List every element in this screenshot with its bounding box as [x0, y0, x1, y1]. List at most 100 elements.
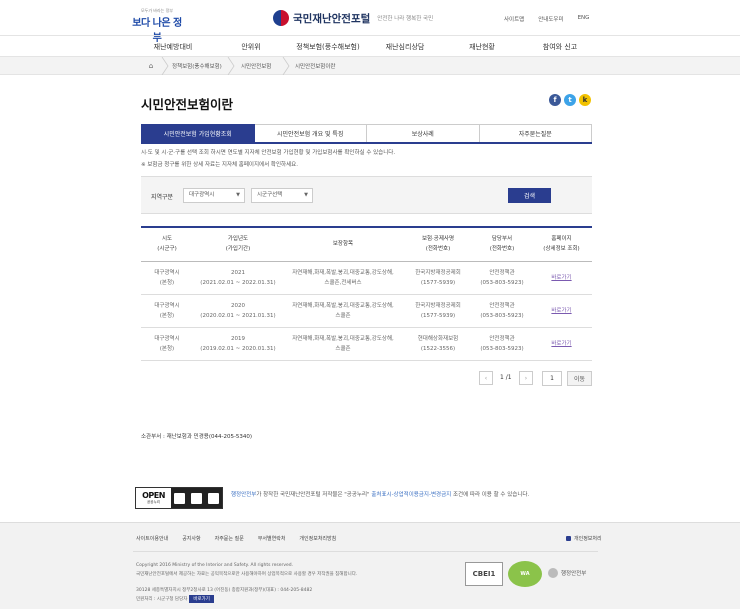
kakaostory-icon[interactable]: k	[579, 94, 591, 106]
cell-year: 2021 (2021.02.01 ~ 2022.01.31)	[193, 261, 283, 295]
footer-link-privacy-policy[interactable]: 개인정보처리방침	[299, 535, 336, 542]
homepage-link[interactable]: 바로가기	[551, 341, 571, 347]
nav-item-safety[interactable]: 안위위	[241, 42, 260, 52]
page-title: 시민안전보험이란	[141, 97, 234, 112]
go-page-button[interactable]: 이동	[567, 371, 592, 386]
license-owner: 행정안전부	[231, 492, 257, 498]
cell-coverage: 자연재해,화재,폭발,붕괴,대중교통,강도상해, 스쿨존	[283, 294, 403, 328]
home-icon[interactable]: ⌂	[143, 57, 159, 75]
column-header-sido: 시도 (시군구)	[141, 227, 193, 262]
license-text: 행정안전부가 창작한 국민재난안전포털 저작물은 "공공누리" 출처표시-상업적…	[231, 490, 529, 498]
footer-link-faq[interactable]: 자주묻는 질문	[215, 535, 244, 542]
page-number-input[interactable]: 1	[542, 371, 562, 386]
cbei-cert-badge: CBEI1	[465, 562, 503, 586]
gov-logo[interactable]: 모두가 바라는 정부 보다 나은 정부	[131, 8, 183, 44]
util-link-guide[interactable]: 안내도우미	[538, 15, 563, 23]
open-license-sub: 공공누리	[147, 500, 160, 504]
site-logo[interactable]: 국민재난안전포털 안전한 나라 행복한 국민	[273, 8, 433, 28]
sigungu-select-value: 시군구선택	[257, 192, 283, 198]
search-panel: 지역구분 대구광역시 ▼ 시군구선택 ▼ 검색	[141, 176, 592, 214]
wa-cert-badge: WA	[508, 561, 542, 587]
site-title: 국민재난안전포털	[293, 12, 371, 25]
cell-insurer: 한국지방재정공제회 (1577-5939)	[403, 294, 473, 328]
emblem-icon	[273, 10, 289, 26]
cell-dept: 안전정책관 (053-803-5923)	[473, 327, 531, 361]
column-header-year: 가입년도 (가입기간)	[193, 227, 283, 262]
breadcrumb: ⌂ 정책보험(풍수해보험) 시민안전보험 시민안전보험이란	[0, 57, 740, 75]
chevron-down-icon: ▼	[304, 192, 308, 198]
column-header-homepage: 홈페이지 (상세정보 조회)	[531, 227, 592, 262]
main-navigation: 재난예방대비 안위위 정책보험(풍수해보험) 재난심리상담 재난현황 참여와 신…	[0, 35, 740, 57]
tab-enrollment-status[interactable]: 시민안전보험 가입현황조회	[141, 124, 255, 142]
twitter-icon[interactable]: t	[564, 94, 576, 106]
page-info: 1 /1	[500, 374, 512, 381]
license-conditions: 출처표시-상업적이용금지-변경금지	[371, 492, 452, 498]
chevron-right-icon	[227, 57, 235, 75]
sigungu-select[interactable]: 시군구선택 ▼	[251, 188, 313, 203]
facebook-icon[interactable]: f	[549, 94, 561, 106]
cell-year: 2020 (2020.02.01 ~ 2021.01.31)	[193, 294, 283, 328]
util-link-sitemap[interactable]: 사이트맵	[504, 15, 524, 23]
cell-sido: 대구광역시 (본청)	[141, 261, 193, 295]
cell-dept: 안전정책관 (053-803-5923)	[473, 294, 531, 328]
chevron-down-icon: ▼	[236, 192, 240, 198]
footer-link-contacts[interactable]: 부서별연락처	[258, 535, 286, 542]
footer: 사이트이용안내 공지사항 자주묻는 질문 부서별연락처 개인정보처리방침 개인정…	[0, 522, 740, 609]
nav-item-status[interactable]: 재난현황	[469, 42, 495, 52]
tab-overview[interactable]: 시민안전보험 개요 및 특징	[254, 124, 367, 142]
license-text-pre: 가 창작한 국민재난안전포털 저작물은 "공공누리"	[256, 492, 370, 498]
notice-text-claim: ※ 보험금 청구를 위한 상세 자료는 지자체 홈페이지에서 확인하세요.	[141, 162, 298, 168]
region-label: 지역구분	[151, 194, 174, 201]
result-table: 시도 (시군구) 가입년도 (가입기간) 보장항목 보험·공제사명 (전화번호) 담당…	[141, 226, 592, 361]
nav-item-counseling[interactable]: 재난심리상담	[386, 42, 425, 52]
sido-select-value: 대구광역시	[189, 192, 215, 198]
accessibility-button[interactable]: 바로가기	[189, 595, 214, 603]
copyright-text: Copyright 2016 Ministry of the Interior …	[136, 563, 294, 568]
privacy-link[interactable]: 개인정보처리	[566, 535, 602, 542]
share-icons: f t k	[549, 94, 591, 106]
breadcrumb-item-citizen-insurance[interactable]: 시민안전보험	[241, 62, 271, 70]
ministry-emblem-icon	[548, 568, 558, 578]
cell-sido: 대구광역시 (본청)	[141, 327, 193, 361]
copyright-notice: 국민재난안전포털에서 제공하는 자료는 공익목적으로만 사용해야하며 상업목적으…	[136, 572, 358, 577]
cell-homepage: 바로가기	[531, 294, 592, 328]
attribution-icon	[174, 492, 185, 504]
cell-homepage: 바로가기	[531, 327, 592, 361]
address-text: 30128 세종특별자치시 정부2청사로 13 (어진동) 종합지원과(정부)(…	[136, 588, 313, 593]
notice-text: 시·도 및 시·군·구를 선택 조회 하시면 연도별 지자체 안전보험 가입현황…	[141, 150, 396, 156]
util-link-eng[interactable]: ENG	[578, 15, 590, 23]
accessibility-line: 민원처리 : 시군구청 담당자 바로가기	[136, 595, 214, 603]
utility-links: 사이트맵 안내도우미 ENG	[504, 15, 589, 23]
footer-link-notice[interactable]: 공지사항	[182, 535, 200, 542]
nav-item-report[interactable]: 참여와 신고	[543, 42, 577, 52]
homepage-link[interactable]: 바로가기	[551, 275, 571, 281]
site-slogan: 안전한 나라 행복한 국민	[377, 16, 434, 22]
ministry-logo[interactable]: 행정안전부	[548, 568, 586, 578]
cell-insurer: 한국지방재정공제회 (1577-5939)	[403, 261, 473, 295]
cell-dept: 안전정책관 (053-803-5923)	[473, 261, 531, 295]
prev-page-button[interactable]: ‹	[479, 371, 493, 385]
breadcrumb-item-policy[interactable]: 정책보험(풍수해보험)	[172, 62, 222, 70]
nav-item-policy-insurance[interactable]: 정책보험(풍수해보험)	[296, 42, 359, 52]
tab-bar: 시민안전보험 가입현황조회 시민안전보험 개요 및 특징 보상사례 자주묻는질문	[141, 124, 592, 144]
table-row: 대구광역시 (본청) 2019 (2019.02.01 ~ 2020.01.31) …	[141, 327, 592, 361]
cell-year: 2019 (2019.02.01 ~ 2020.01.31)	[193, 327, 283, 361]
cell-sido: 대구광역시 (본청)	[141, 294, 193, 328]
homepage-link[interactable]: 바로가기	[551, 308, 571, 314]
chevron-right-icon	[282, 57, 290, 75]
cell-insurer: 현대해상화재보험 (1522-3556)	[403, 327, 473, 361]
tab-compensation-cases[interactable]: 보상사례	[367, 124, 480, 142]
column-header-coverage: 보장항목	[283, 227, 403, 262]
column-header-insurer: 보험·공제사명 (전화번호)	[403, 227, 473, 262]
footer-link-site-guide[interactable]: 사이트이용안내	[136, 535, 168, 542]
sido-select[interactable]: 대구광역시 ▼	[183, 188, 245, 203]
search-button[interactable]: 검색	[508, 188, 551, 203]
license-text-post: 조건에 따라 이용 할 수 있습니다.	[452, 492, 530, 498]
noderivs-icon	[208, 492, 219, 504]
nav-item-disaster-prep[interactable]: 재난예방대비	[154, 42, 193, 52]
column-header-dept: 담당부서 (전화번호)	[473, 227, 531, 262]
cell-coverage: 자연재해,화재,폭발,붕괴,대중교통,강도상해, 스쿨존,전세버스	[283, 261, 403, 295]
responsible-dept: 소관부서 : 재난보험과 민경용(044-205-5340)	[141, 434, 253, 440]
tab-faq[interactable]: 자주묻는질문	[479, 124, 592, 142]
next-page-button[interactable]: ›	[519, 371, 533, 385]
